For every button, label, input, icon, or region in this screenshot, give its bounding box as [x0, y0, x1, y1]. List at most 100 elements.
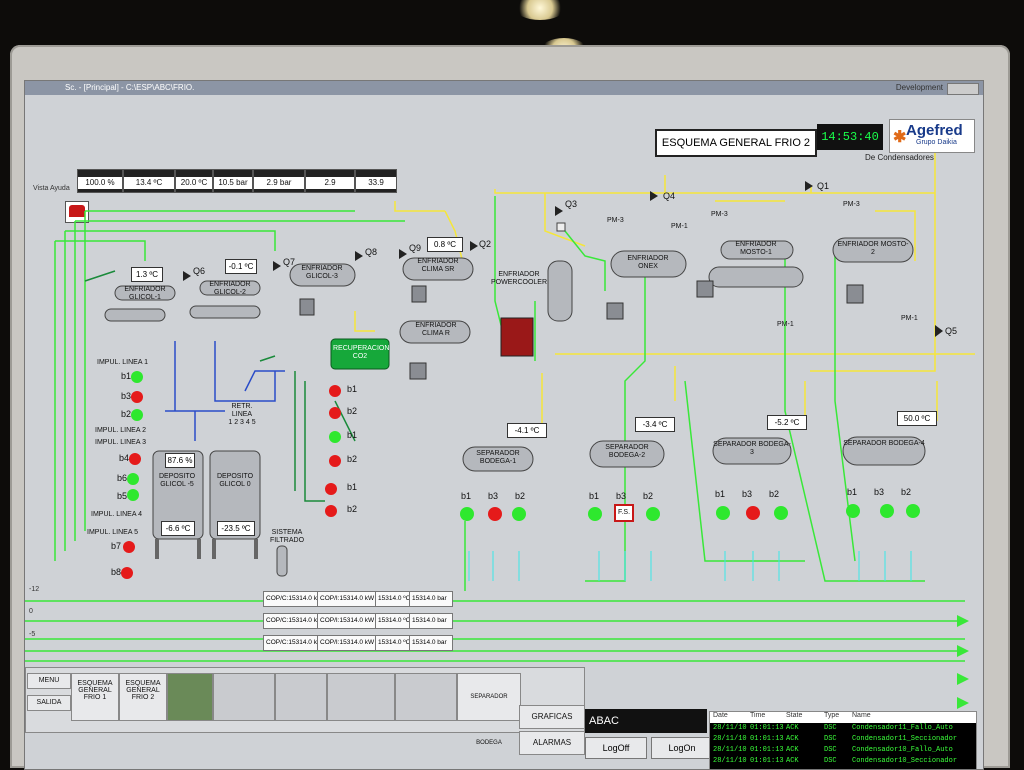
separator-pump-label: b2: [643, 491, 654, 501]
separator-pump-label: b2: [901, 487, 912, 497]
equipment-thumbnail-5[interactable]: [395, 673, 457, 721]
cop-cell: COP/I:15314.0 kW: [317, 591, 379, 607]
alarm-log-cell: 28/11/10: [713, 735, 747, 743]
esquema-frio-2-button[interactable]: ESQUEMA GENERAL FRIO 2: [119, 673, 167, 721]
recuperacion-co2-box[interactable]: [330, 338, 390, 370]
pump-middle-label: b1: [347, 384, 358, 394]
pump-left-label: b7: [111, 541, 122, 551]
cop-cell: 15314.0 bar: [409, 591, 453, 607]
equipment-thumbnail-3[interactable]: [275, 673, 327, 721]
alarm-log-rows[interactable]: 28/11/10 01:01:13 ACK DSC Condensador11_Fall…: [710, 723, 976, 769]
pm3-label-1: PM-3: [607, 217, 624, 224]
axis-label-3: -5: [29, 631, 36, 638]
salida-button[interactable]: SALIDA: [27, 695, 71, 711]
pipes-cyan: [468, 551, 912, 581]
separator-pump-label: b1: [461, 491, 472, 501]
logoff-button[interactable]: LogOff: [585, 737, 647, 759]
separator-pump-label: b3: [488, 491, 499, 501]
alarm-log-col-state: State: [786, 712, 803, 719]
pm3-label-3: PM-3: [843, 201, 860, 208]
separator-pump-label: b3: [742, 489, 753, 499]
valve-q4-label: Q4: [663, 191, 676, 201]
equipment-thumbnail-2[interactable]: [213, 673, 275, 721]
alarm-log-cell: Condensador10_Seccionador: [852, 757, 958, 765]
pump-middle-label: b2: [347, 504, 358, 514]
alarm-log-cell: 28/11/10: [713, 746, 747, 754]
separador-thumbnail-button[interactable]: SEPARADOR BODEGA: [457, 673, 521, 746]
pump-left-label: b2: [121, 409, 132, 419]
separator-temp: -5.2 ºC: [767, 415, 807, 430]
tank-deposito-2: [209, 450, 261, 559]
axis-label-2: 0: [29, 608, 33, 615]
deposito-1-level: 87.6 %: [165, 453, 195, 468]
cop-cell: 15314.0 ºC: [375, 613, 413, 629]
alarm-log-col-type: Type: [824, 712, 840, 719]
pump-middle-label: b2: [347, 406, 358, 416]
separator-pump-label: b3: [616, 491, 627, 501]
temp-t3: 0.8 ºC: [427, 237, 463, 252]
separator-temp: 50.0 ºC: [897, 411, 937, 426]
alarm-log-cell: DSC: [824, 735, 837, 743]
cop-cell: COP/C:15314.0 kW: [263, 591, 323, 607]
menu-button[interactable]: MENU: [27, 673, 71, 689]
process-diagram: [25, 153, 975, 709]
pump-middle-label: b2: [347, 454, 358, 464]
separator-pump-label: b2: [769, 489, 780, 499]
separator-pump-label: b3: [874, 487, 885, 497]
cop-cell: 15314.0 bar: [409, 613, 453, 629]
cop-cell: 15314.0 ºC: [375, 591, 413, 607]
pumps-separators: [460, 504, 920, 521]
deposito-2-temp: -23.5 ºC: [217, 521, 255, 536]
equipment-thumbnail-4[interactable]: [327, 673, 395, 721]
pump-left-label: b1: [121, 371, 132, 381]
esquema-frio-1-button[interactable]: ESQUEMA GENERAL FRIO 1: [71, 673, 119, 721]
valve-q1-label: Q1: [817, 181, 830, 191]
alarm-log-cell: DSC: [824, 746, 837, 754]
alarm-log-cell: 01:01:13: [750, 757, 784, 765]
pumps-middle: [325, 385, 341, 517]
valve-q9-label: Q9: [409, 243, 422, 253]
cop-cell: 15314.0 bar: [409, 635, 453, 651]
alarm-log-panel: Date Time State Type Name 28/11/10 01:01:…: [709, 711, 977, 769]
alarm-log-cell: 28/11/10: [713, 724, 747, 732]
pm1-label-2: PM-1: [777, 321, 794, 328]
vertical-vessel-powercooler: [547, 222, 573, 322]
alarm-log-row[interactable]: 28/11/10 01:01:13 ACK DSC Condensador10_Fall…: [710, 746, 976, 756]
cop-cell: COP/C:15314.0 kW: [263, 613, 323, 629]
flow-switch-box: [614, 504, 634, 522]
alarmas-button[interactable]: ALARMAS: [519, 731, 585, 755]
valve-q5-label: Q5: [945, 326, 958, 336]
alarm-log-col-name: Name: [852, 712, 871, 719]
alarm-log-row[interactable]: 28/11/10 01:01:13 ACK DSC Condensador11_Fall…: [710, 724, 976, 734]
separator-pump-label: b1: [589, 491, 600, 501]
pipes-blue: [165, 341, 285, 441]
equipment-thumbnail-1[interactable]: [167, 673, 213, 721]
pm1-label-3: PM-1: [901, 315, 918, 322]
separator-temp: -4.1 ºC: [507, 423, 547, 438]
pm3-label-2: PM-3: [711, 211, 728, 218]
alarm-log-cell: 01:01:13: [750, 746, 784, 754]
valve-q2-label: Q2: [479, 239, 492, 249]
alarm-log-cell: Condensador11_Fallo_Auto: [852, 724, 953, 732]
pump-left-label: b8: [111, 567, 122, 577]
graficas-button[interactable]: GRAFICAS: [519, 705, 585, 729]
filter-vessel: [276, 545, 288, 577]
valve-q6-label: Q6: [193, 266, 206, 276]
pipes-green: [25, 196, 965, 662]
alarm-log-row[interactable]: 28/11/10 01:01:13 ACK DSC Condensador11_Secc…: [710, 735, 976, 745]
alarm-log-cell: 01:01:13: [750, 724, 784, 732]
ceiling-light: [515, 0, 565, 20]
pump-left-label: b4: [119, 453, 130, 463]
logon-button[interactable]: LogOn: [651, 737, 713, 759]
pump-left-label: b6: [117, 473, 128, 483]
scada-screen: Sc. - [Principal] - C:\ESP\ABC\FRIO. Dev…: [24, 80, 984, 770]
cop-cell: COP/I:15314.0 kW: [317, 635, 379, 651]
axis-label-1: -12: [29, 586, 40, 593]
alarm-log-header: Date Time State Type Name: [710, 712, 976, 722]
pump-middle-label: b1: [347, 482, 358, 492]
alarm-log-col-date: Date: [713, 712, 728, 719]
deposito-1-temp: -6.6 ºC: [161, 521, 195, 536]
alarm-log-col-time: Time: [750, 712, 766, 719]
valve-q7-label: Q7: [283, 257, 296, 267]
alarm-log-row[interactable]: 28/11/10 01:01:13 ACK DSC Condensador10_Secc…: [710, 757, 976, 767]
